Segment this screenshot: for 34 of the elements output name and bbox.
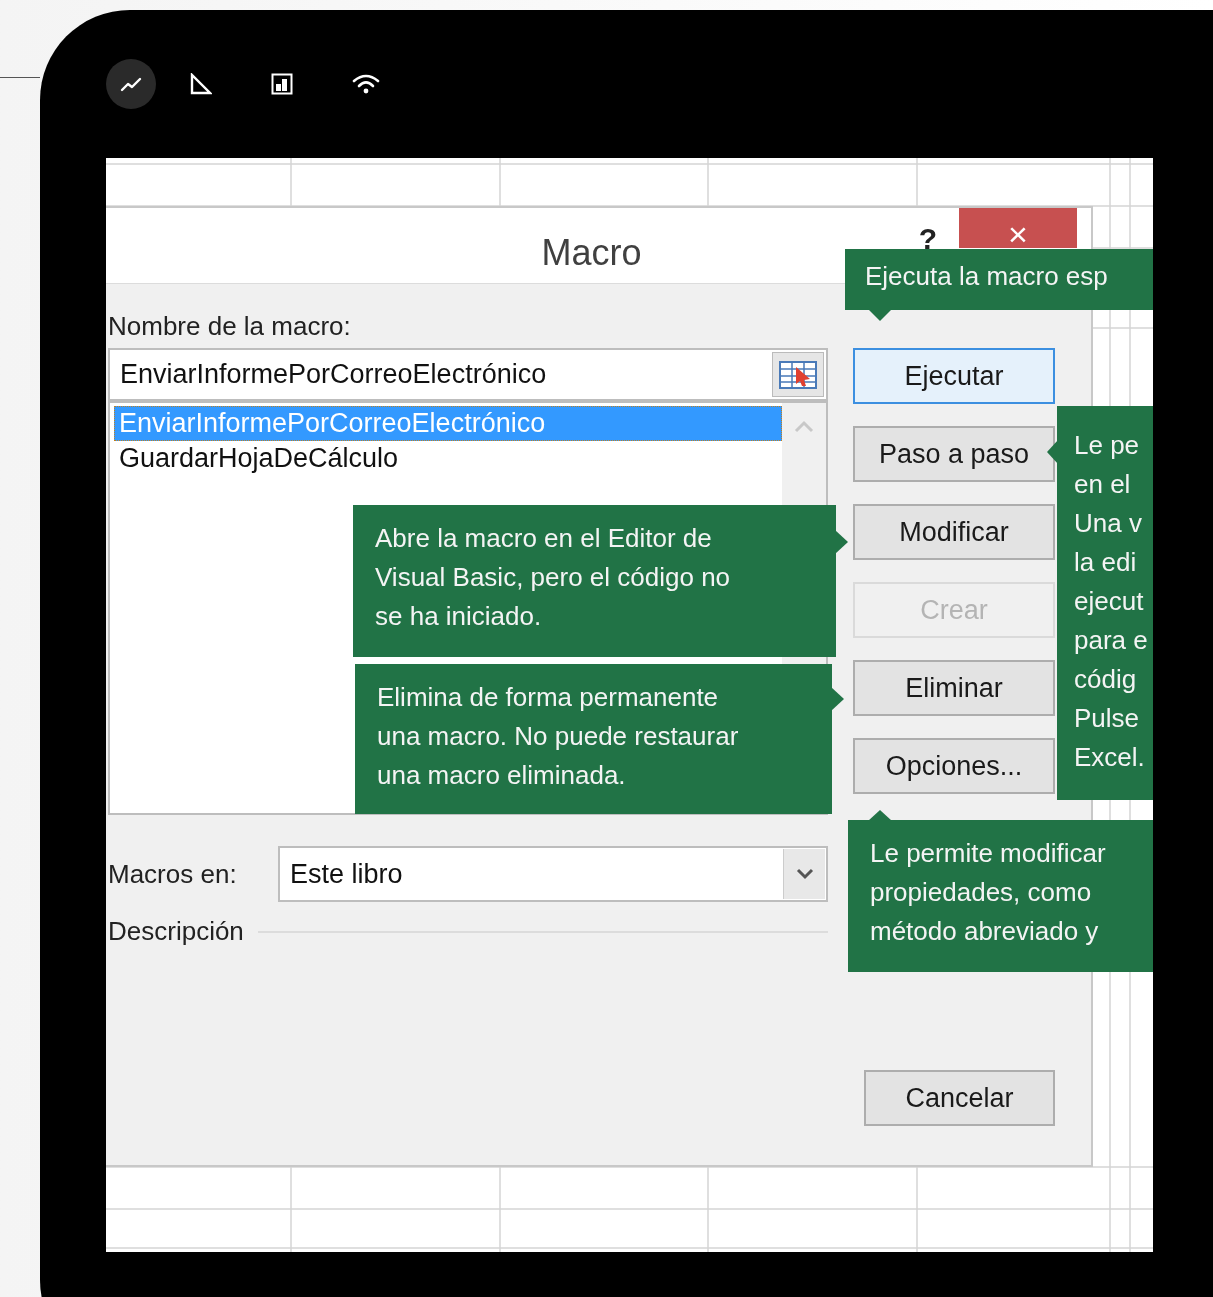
tooltip-text: propiedades, como — [870, 876, 1092, 909]
dialog-button[interactable]: Ejecutar — [853, 348, 1055, 404]
tooltip-text: se ha iniciado. — [375, 600, 542, 633]
tooltip-text: Pulse — [1074, 702, 1140, 735]
tooltip-text: Le pe — [1074, 429, 1140, 462]
macro-name-field[interactable]: EnviarInformePorCorreoElectrónico — [108, 348, 828, 401]
tooltip-text: ejecut — [1074, 585, 1144, 618]
description-label: Descripción — [108, 915, 244, 948]
tooltip-text: en el — [1074, 468, 1131, 501]
tooltip-text: método abreviado y — [870, 915, 1099, 948]
tooltip-text: Visual Basic, pero el código no — [375, 561, 731, 594]
tooltip-text: una macro eliminada. — [377, 759, 626, 792]
dialog-button[interactable]: Paso a paso — [853, 426, 1055, 482]
tooltip-text: Ejecuta la macro esp — [865, 260, 1108, 293]
macro-list-item[interactable]: GuardarHojaDeCálculo — [114, 441, 782, 476]
tooltip-text: Le permite modificar — [870, 837, 1106, 870]
dialog-button[interactable]: Eliminar — [853, 660, 1055, 716]
tooltip-text: una macro. No puede restaurar — [377, 720, 739, 753]
macro-name-label: Nombre de la macro: — [108, 309, 351, 343]
tooltip-text: Abre la macro en el Editor de — [375, 522, 712, 555]
table-select-icon[interactable] — [772, 352, 824, 397]
tooltip-text: Una v — [1074, 507, 1142, 540]
tooltip-text: la edi — [1074, 546, 1137, 579]
macros-in-dropdown[interactable]: Este libro — [278, 846, 828, 902]
tooltip-text: Elimina de forma permanente — [377, 681, 719, 714]
macros-in-label: Macros en: — [108, 857, 238, 891]
close-button[interactable]: × — [959, 208, 1077, 248]
tooltip-text: Excel. — [1074, 741, 1145, 774]
dialog-button[interactable]: Opciones... — [853, 738, 1055, 794]
dialog-title: Macro — [541, 231, 642, 275]
cancel-button[interactable]: Cancelar — [864, 1070, 1055, 1126]
dialog-button[interactable]: Modificar — [853, 504, 1055, 560]
tooltip-text: para e — [1074, 624, 1148, 657]
tooltip-text: códig — [1074, 663, 1137, 696]
